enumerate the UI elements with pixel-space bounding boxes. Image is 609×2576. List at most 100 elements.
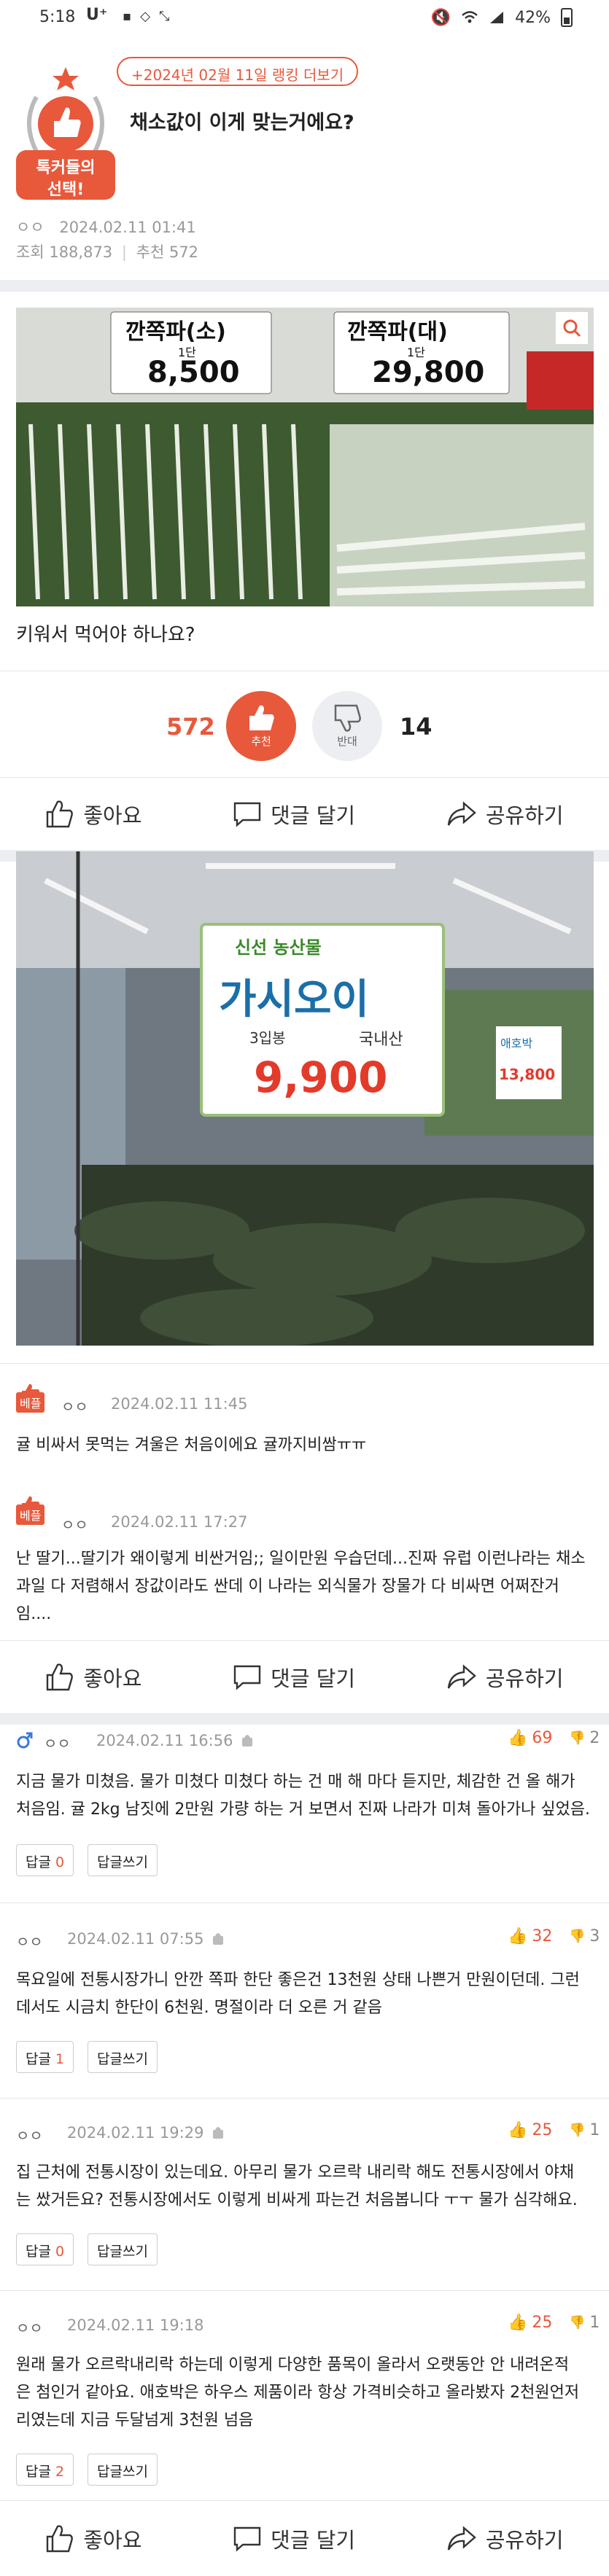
share-label: 공유하기 xyxy=(485,2527,564,2553)
comment-likes[interactable]: 👍 25 xyxy=(508,2121,552,2139)
like-count: 32 xyxy=(532,1927,553,1945)
best-tag: 베플 xyxy=(16,1392,45,1413)
comment-text: 지금 물가 미쳤음. 물가 미쳤다 미쳤다 하는 건 매 해 마다 듣지만, 체… xyxy=(16,1768,592,1824)
reply-count-button[interactable]: 답글 1 xyxy=(16,2041,74,2073)
write-reply-button[interactable]: 답글쓰기 xyxy=(88,2041,158,2073)
reply-count: 1 xyxy=(55,2051,65,2067)
post-meta-author: ㅇㅇ 2024.02.11 01:41 xyxy=(16,216,196,238)
share-label: 공유하기 xyxy=(485,1666,564,1691)
sign-header: 신선 농산물 xyxy=(235,937,322,958)
thumbs-down-icon xyxy=(334,704,361,732)
male-icon xyxy=(17,1732,33,1749)
downvote-button[interactable]: 반대 xyxy=(312,691,382,761)
comment-button[interactable]: 댓글 달기 xyxy=(233,2524,355,2554)
separator xyxy=(0,2098,609,2099)
comment-icon xyxy=(233,1665,261,1690)
text-line: 집 근처에 전통시장이 있는데요. 아무리 물가 오르락 내리락 해도 전통시장… xyxy=(16,2163,575,2182)
ranking-badge[interactable]: +2024년 02월 11일 랭킹 더보기 xyxy=(117,57,359,86)
post-image-cucumber[interactable]: 신선 농산물 가시오이 3입봉 국내산 9,900 애호박 13,800 xyxy=(16,851,594,1346)
comment-nick: ㅇㅇ xyxy=(16,2127,43,2144)
text-line: 처음임. 귤 2kg 남짓에 2만원 가량 하는 거 보면서 진짜 나라가 미쳐… xyxy=(16,1800,591,1819)
best-tag: 베플 xyxy=(16,1504,45,1525)
like-count: 25 xyxy=(532,2121,553,2139)
sign-origin: 국내산 xyxy=(359,1031,403,1049)
like-label: 좋아요 xyxy=(83,2527,142,2553)
reply-count-button[interactable]: 답글 2 xyxy=(16,2454,74,2486)
post-body: 키워서 먹어야 하나요? xyxy=(16,624,195,646)
thumbs-up-icon: 👍 xyxy=(508,1927,528,1945)
comment-dislikes[interactable]: 👎 1 xyxy=(569,2121,600,2139)
action-bar: 좋아요 댓글 달기 공유하기 xyxy=(0,2500,609,2576)
share-icon xyxy=(447,800,476,826)
expand-icon: ⤡ xyxy=(159,9,170,24)
best-comment-text: 귤 비싸서 못먹는 겨울은 처음이에요 귤까지비쌈ㅠㅠ xyxy=(16,1436,367,1454)
post-image-scallions[interactable]: 깐쪽파(소) 1단 8,500 깐쪽파(대) 1단 29,800 xyxy=(16,308,594,606)
like-label: 좋아요 xyxy=(83,1666,142,1691)
reply-count-button[interactable]: 답글 0 xyxy=(16,1844,74,1876)
thumbs-up-outline-icon xyxy=(47,800,74,827)
comment-dislikes[interactable]: 👎 3 xyxy=(569,1927,600,1945)
best-comment-badge: 베플 xyxy=(16,1496,51,1525)
upvote-button[interactable]: 추천 xyxy=(226,691,296,761)
share-label: 공유하기 xyxy=(485,803,564,828)
share-button[interactable]: 공유하기 xyxy=(446,2524,564,2554)
upvote-count: 572 xyxy=(166,713,215,741)
mark-line1: 톡커들의 xyxy=(36,159,96,177)
reply-count: 2 xyxy=(55,2464,65,2480)
comment-date: 2024.02.11 17:27 xyxy=(111,1513,248,1531)
thumbs-down-icon: 👎 xyxy=(569,2315,586,2330)
comment-likes[interactable]: 👍 25 xyxy=(508,2314,552,2332)
share-button[interactable]: 공유하기 xyxy=(446,799,564,830)
thumbs-up-icon xyxy=(249,705,274,730)
comment-dislikes[interactable]: 👎 2 xyxy=(569,1729,600,1747)
status-right-icons: 🔇 42% xyxy=(431,8,573,27)
shield-icon: ◇ xyxy=(140,9,151,24)
report-icon[interactable] xyxy=(212,2124,225,2140)
downvote-count: 14 xyxy=(400,713,432,741)
pick-mark: 톡커들의 선택! xyxy=(15,64,117,203)
write-reply-button[interactable]: 답글쓰기 xyxy=(88,2233,158,2265)
comment-button[interactable]: 댓글 달기 xyxy=(233,799,355,830)
zoom-button[interactable] xyxy=(556,312,588,344)
side-sign-product: 애호박 xyxy=(500,1037,533,1050)
write-reply-button[interactable]: 답글쓰기 xyxy=(88,2454,158,2486)
wifi-icon xyxy=(462,11,478,23)
best-comment-text: 난 딸기...딸기가 왜이렇게 비싼거임;; 일이만원 우습던데...진짜 유럽… xyxy=(16,1545,592,1628)
comment-nick: ㅇㅇ xyxy=(16,2319,43,2337)
sign-unit: 3입봉 xyxy=(249,1029,286,1047)
comment-nick: ㅇㅇ xyxy=(61,1516,88,1534)
text-line: 리였는데 지금 두달넘게 3천원 넘음 xyxy=(16,2411,254,2429)
comment-likes[interactable]: 👍 69 xyxy=(508,1729,552,1747)
comment-likes[interactable]: 👍 32 xyxy=(508,1927,552,1945)
comment-label: 댓글 달기 xyxy=(271,803,356,828)
share-button[interactable]: 공유하기 xyxy=(446,1662,564,1693)
signal-icon xyxy=(490,12,504,23)
comment-date: 2024.02.11 16:56 xyxy=(96,1732,233,1749)
comment-date: 2024.02.11 19:29 xyxy=(67,2124,204,2142)
text-line: 난 딸기...딸기가 왜이렇게 비싼거임;; 일이만원 우습던데...진짜 유럽… xyxy=(16,1550,586,1568)
write-reply-button[interactable]: 답글쓰기 xyxy=(88,1844,158,1876)
battery-percent: 42% xyxy=(515,8,551,27)
comment-text: 집 근처에 전통시장이 있는데요. 아무리 물가 오르락 내리락 해도 전통시장… xyxy=(16,2159,592,2214)
sign-product: 가시오이 xyxy=(219,976,370,1023)
thumbs-up-icon: 👍 xyxy=(508,2314,528,2332)
post-title: 채소값이 이게 맞는거에요? xyxy=(130,112,354,134)
comment-date: 2024.02.11 07:55 xyxy=(67,1930,204,1948)
comment-label: 댓글 달기 xyxy=(271,2527,356,2553)
like-button[interactable]: 좋아요 xyxy=(45,1662,141,1693)
report-icon[interactable] xyxy=(241,1732,254,1748)
comment-text: 목요일에 전통시장가니 안깐 쪽파 한단 좋은건 13천원 상태 나쁜거 만원이… xyxy=(16,1967,592,2022)
search-icon xyxy=(563,319,581,337)
reply-count-button[interactable]: 답글 0 xyxy=(16,2233,74,2265)
reply-label: 답글 xyxy=(26,2244,51,2260)
comment-dislikes[interactable]: 👎 1 xyxy=(569,2314,600,2332)
post-date: 2024.02.11 01:41 xyxy=(59,219,196,236)
like-button[interactable]: 좋아요 xyxy=(45,799,141,830)
thumbs-up-icon: 👍 xyxy=(508,1729,528,1747)
report-icon[interactable] xyxy=(212,1930,225,1946)
views-label: 조회 xyxy=(16,243,44,261)
like-button[interactable]: 좋아요 xyxy=(45,2524,141,2554)
post-meta-stats: 조회 188,873 | 추천 572 xyxy=(16,243,199,261)
text-line: 원래 물가 오르락내리락 하는데 이렇게 다양한 품목이 올라서 오랫동안 안 … xyxy=(16,2356,570,2374)
comment-button[interactable]: 댓글 달기 xyxy=(233,1662,355,1693)
